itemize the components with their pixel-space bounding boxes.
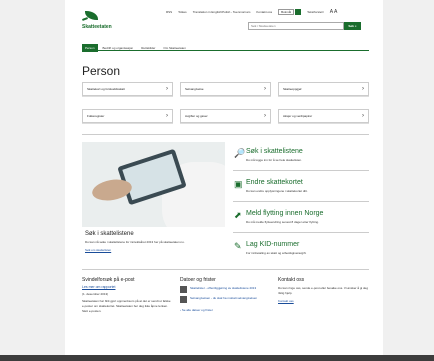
search-input[interactable]: Søk i Skatteetaten [248,22,344,30]
promo-body: For innbetaling av skatt og arbeidsgiver… [246,251,307,255]
language-go-button[interactable] [295,9,302,15]
promo-body: Du må logge inn for å se hele skattelist… [246,158,302,162]
chevron-right-icon: › [166,113,168,119]
promo-body: Du må melde flytteendring senest 8 dager… [246,220,319,224]
promo-body: Du kan endre opplysningene i skattekorte… [246,189,308,193]
tile-label: Selvangivelse [185,87,204,91]
chevron-right-icon: › [166,86,168,92]
dates-column: Datoer og frister Skattelister - offentl… [180,277,270,312]
tile-label: Skatteoppgjør [283,87,302,91]
search-button-label: Søk [348,24,354,28]
moving-icon: ⬈ [234,210,242,220]
promo-title: Lag KID-nummer [246,241,300,248]
chevron-right-icon: › [362,113,364,119]
hero-link[interactable]: Søk om skattelisten [85,248,222,252]
page-title: Person [82,64,121,78]
news-item[interactable]: Skattelister - offentliggjøring av skatt… [180,286,270,293]
content: Person Skattekort og forskuddsskatt › Se… [65,58,383,355]
toplink-rss[interactable]: RSS [166,10,172,14]
search-button[interactable]: Søk ⌕ [344,22,361,30]
news-item[interactable]: Selvangivelsen - du skal ha mottatt selv… [180,296,270,303]
leaf-stem-icon [81,17,89,21]
contact-link[interactable]: Kontakt oss [278,299,368,303]
warning-link[interactable]: Les mer om rapportet [82,285,172,289]
divider [82,269,369,270]
promo-search-taxlist[interactable]: 🔎 Søk i skattelistene Du må logge inn fo… [233,142,369,171]
language-selected[interactable]: Bokmål [278,9,295,15]
tile-label: Aksjer og verdipapirer [283,114,313,118]
promo-kid-number[interactable]: ✎ Lag KID-nummer For innbetaling av skat… [233,235,369,264]
promo-change-taxcard[interactable]: ▣ Endre skattekortet Du kan endre opplys… [233,173,369,202]
warning-title: Svindelforsøk på e-post [82,277,135,283]
chevron-right-icon: › [264,86,266,92]
dates-title: Datoer og frister [180,277,216,283]
tile-label: Folkeregister [87,114,105,118]
hero-body: Du kan nå søke i skattelistene for innte… [85,240,185,244]
tile-duties-gifts[interactable]: Avgifter og gaver › [180,109,271,123]
tile-tax-return[interactable]: Selvangivelse › [180,82,271,96]
tile-label: Skattekort og forskuddsskatt [87,87,125,91]
hero-title: Søk i skattelistene [85,231,134,237]
tile-tax-settlement[interactable]: Skatteoppgjør › [278,82,369,96]
search-icon: 🔎 [234,148,246,158]
promo-title: Meld flytting innen Norge [246,210,324,217]
hero-banner[interactable]: Søk i skattelistene Du kan nå søke i ska… [82,142,225,263]
calendar-icon [180,296,187,303]
contact-title: Kontakt oss [278,277,305,283]
toplink-contact[interactable]: Kontakt oss [256,10,272,14]
chevron-right-icon: › [362,86,364,92]
footer-bar [0,355,434,361]
top-links: RSS Tolkes Translation in English/Polish… [166,9,337,15]
tile-shares-securities[interactable]: Aksjer og verdipapirer › [278,109,369,123]
chevron-right-icon: › [264,113,266,119]
search-icon: ⌕ [354,24,357,28]
divider [82,134,369,135]
warning-column: Svindelforsøk på e-post Les mer om rappo… [82,277,172,314]
warning-date: (1. desember 2013) [82,292,109,296]
calendar-icon [180,286,187,293]
tile-tax-card[interactable]: Skattekort og forskuddsskatt › [82,82,173,96]
nav-divider [82,50,369,51]
news-item-text: Skattelister - offentliggjøring av skatt… [190,286,257,290]
contact-column: Kontakt oss Du kan ringe oss, sende e-po… [278,277,368,303]
promo-title: Søk i skattelistene [246,148,303,155]
print-link[interactable]: Tekstforstørr [307,10,324,14]
contact-text: Du kan ringe oss, sende e-post eller bes… [278,286,368,295]
language-select[interactable]: Bokmål [278,9,302,15]
brand-name: Skatteetaten [82,24,112,30]
font-size-control[interactable]: A A [330,9,338,15]
header: Skatteetaten RSS Tolkes Translation in E… [65,0,383,58]
pencil-icon: ✎ [234,241,242,251]
tile-population-register[interactable]: Folkeregister › [82,109,173,123]
tile-label: Avgifter og gaver [185,114,208,118]
see-all-dates-link[interactable]: › Se alle datoer og frister [180,308,270,312]
hero-caption: Søk i skattelistene Du kan nå søke i ska… [82,227,225,263]
promo-title: Endre skattekortet [246,179,303,186]
card-icon: ▣ [234,179,243,189]
warning-text: Skatteetaten har blitt gjort oppmerksom … [82,299,171,313]
promo-moving[interactable]: ⬈ Meld flytting innen Norge Du må melde … [233,204,369,233]
search: Søk i Skatteetaten Søk ⌕ [248,22,361,30]
news-item-text: Selvangivelsen - du skal ha mottatt selv… [190,296,258,300]
toplink-translation[interactable]: Translation in English/Polish - Teenmorn… [193,10,251,14]
page: Skatteetaten RSS Tolkes Translation in E… [0,0,434,361]
toplink-tolk[interactable]: Tolkes [178,10,187,14]
